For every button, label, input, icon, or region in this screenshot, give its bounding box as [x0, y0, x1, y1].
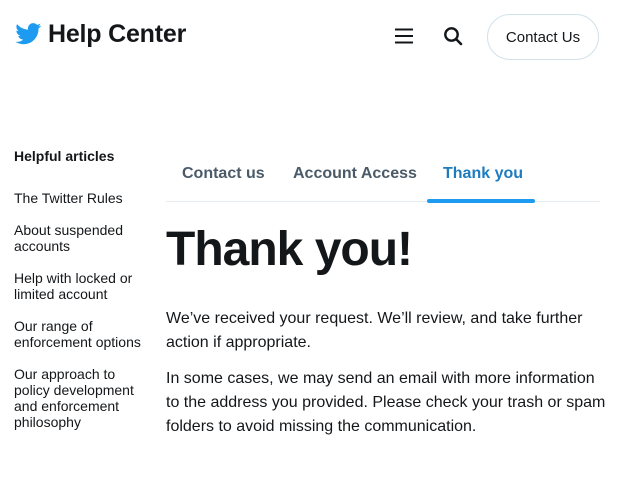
confirmation-message: We’ve received your request. We’ll revie…	[166, 310, 583, 351]
helpful-articles-sidebar: Helpful articles The Twitter Rules About…	[14, 148, 154, 446]
sidebar-item-suspended-accounts[interactable]: About suspended accounts	[14, 222, 154, 254]
sidebar-item-twitter-rules[interactable]: The Twitter Rules	[14, 190, 154, 206]
sidebar-item-locked-account[interactable]: Help with locked or limited account	[14, 270, 154, 302]
tab-account-access[interactable]: Account Access	[293, 164, 417, 184]
contact-us-button[interactable]: Contact Us	[487, 14, 599, 60]
tab-bar: Contact us Account Access Thank you	[166, 160, 600, 203]
hamburger-menu-icon[interactable]	[392, 24, 416, 48]
search-icon[interactable]	[441, 24, 465, 48]
page-title: Thank you!	[166, 223, 413, 276]
active-tab-indicator	[427, 199, 535, 203]
sidebar-heading: Helpful articles	[14, 148, 115, 164]
sidebar-item-policy-approach[interactable]: Our approach to policy development and e…	[14, 366, 154, 430]
site-header: Help Center Contact Us	[0, 0, 619, 74]
sidebar-item-enforcement-options[interactable]: Our range of enforcement options	[14, 318, 154, 350]
email-notice: In some cases, we may send an email with…	[166, 370, 606, 435]
site-title[interactable]: Help Center	[48, 20, 186, 49]
tab-thank-you[interactable]: Thank you	[443, 164, 523, 184]
tab-contact-us[interactable]: Contact us	[182, 164, 265, 184]
twitter-bird-icon[interactable]	[15, 23, 42, 45]
sidebar-list: The Twitter Rules About suspended accoun…	[14, 190, 154, 430]
